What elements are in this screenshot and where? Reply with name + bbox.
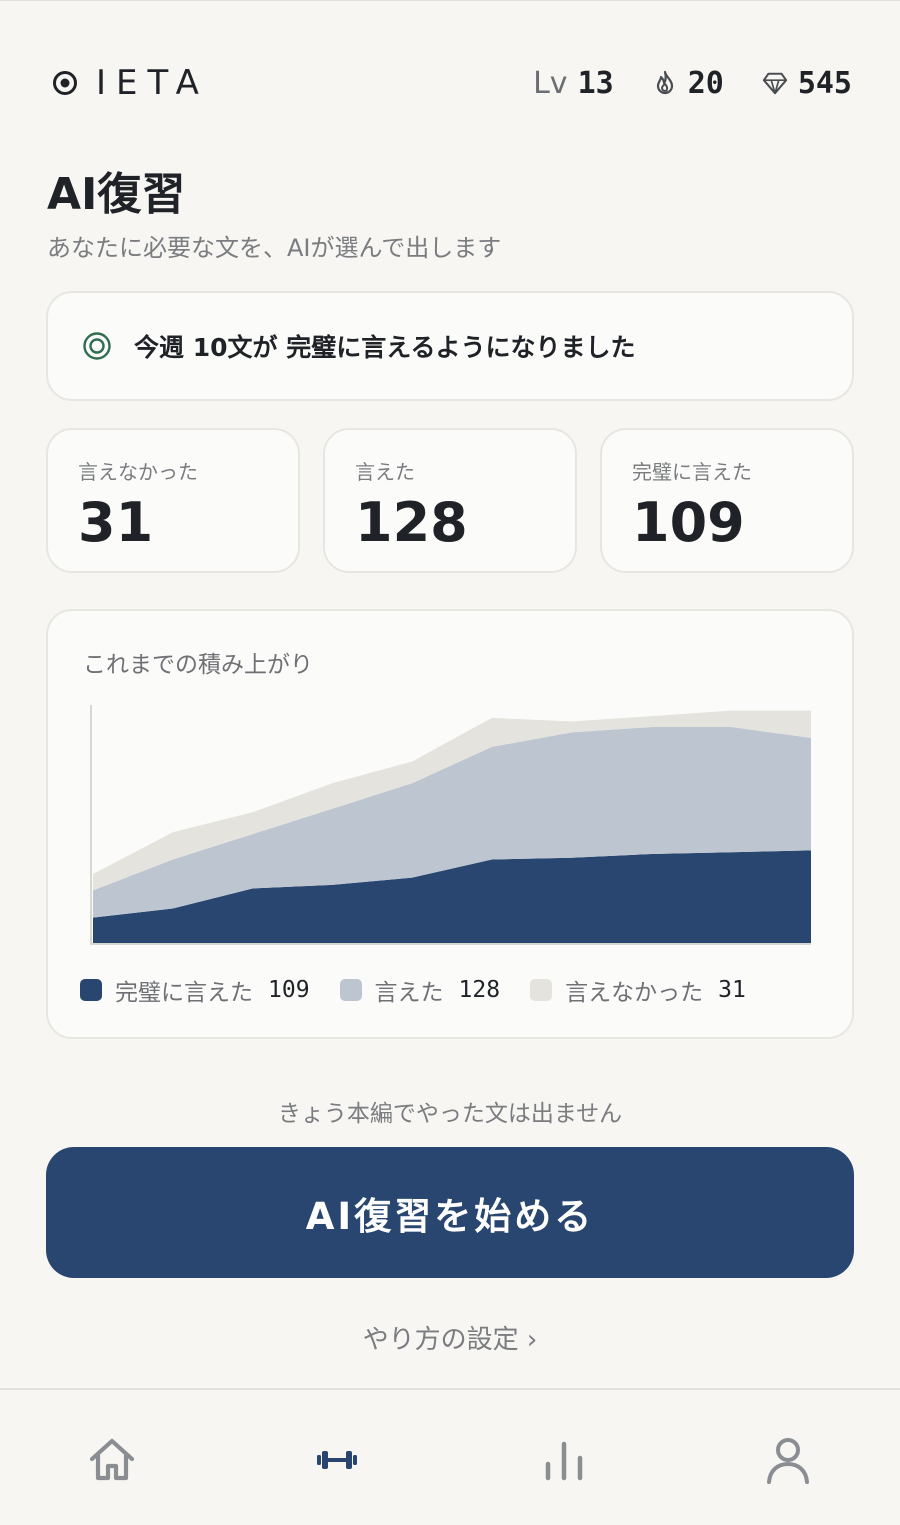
legend-label: 言えた xyxy=(374,980,444,1006)
exclusion-note: きょう本編でやった文は出ません xyxy=(277,1101,623,1127)
legend-label: 完璧に言えた xyxy=(115,980,253,1006)
count-card-missed: 言えなかった 31 xyxy=(46,428,300,573)
level-prefix: Lv xyxy=(533,65,568,101)
method-settings-link[interactable]: やり方の設定 › xyxy=(0,1319,900,1356)
count-label: 完璧に言えた xyxy=(632,460,752,484)
progress-chart-card: これまでの積み上がり 完璧に言えた 109 言えた 128 言えなかった 31 xyxy=(46,609,854,1039)
nav-profile[interactable] xyxy=(758,1430,818,1490)
dumbbell-icon xyxy=(317,1451,357,1469)
top-divider xyxy=(0,0,900,1)
start-ai-review-button[interactable]: AI復習を始める xyxy=(46,1147,854,1278)
legend-value: 109 xyxy=(268,977,310,1003)
legend-swatch xyxy=(530,979,553,1001)
home-icon xyxy=(89,1438,135,1481)
legend-item-missed: 言えなかった 31 xyxy=(530,973,746,1007)
count-value: 31 xyxy=(78,491,154,554)
weekly-achievement-banner: 今週 10文が 完璧に言えるようになりました xyxy=(46,291,854,401)
count-card-perfect: 完璧に言えた 109 xyxy=(600,428,854,573)
app-header: IETA Lv 13 20 545 xyxy=(52,58,852,108)
page-title: AI復習 xyxy=(47,169,186,220)
legend-value: 128 xyxy=(458,977,501,1003)
flame-icon xyxy=(656,70,673,95)
brand-name: IETA xyxy=(96,63,209,103)
user-icon xyxy=(767,1438,809,1484)
legend-swatch xyxy=(339,979,362,1001)
count-value: 109 xyxy=(632,491,745,554)
level-stat: Lv 13 xyxy=(533,66,614,101)
nav-stats[interactable] xyxy=(534,1430,594,1490)
legend-label: 言えなかった xyxy=(565,980,704,1006)
count-label: 言えた xyxy=(355,460,415,484)
legend-value: 31 xyxy=(718,977,746,1003)
nav-training[interactable] xyxy=(307,1430,367,1490)
gems-value: 545 xyxy=(797,65,852,101)
legend-item-perfect: 完璧に言えた 109 xyxy=(80,973,310,1007)
banner-text: 今週 10文が 完璧に言えるようになりました xyxy=(134,333,636,362)
logo-target-icon xyxy=(53,71,77,95)
target-icon xyxy=(83,332,111,360)
brand-logo[interactable]: IETA xyxy=(52,63,209,103)
streak-stat: 20 xyxy=(652,66,724,101)
diamond-icon xyxy=(762,72,787,95)
level-value: 13 xyxy=(577,65,614,101)
gems-stat: 545 xyxy=(762,66,852,101)
nav-home[interactable] xyxy=(82,1430,142,1490)
streak-value: 20 xyxy=(687,65,724,101)
bar-chart-icon xyxy=(545,1441,583,1481)
bottom-nav xyxy=(0,1388,900,1525)
legend-item-said: 言えた 128 xyxy=(339,973,501,1007)
chart-legend: 完璧に言えた 109 言えた 128 言えなかった 31 xyxy=(80,973,746,1007)
count-label: 言えなかった xyxy=(78,460,198,484)
legend-swatch xyxy=(80,979,102,1001)
count-value: 128 xyxy=(355,491,468,554)
count-card-said: 言えた 128 xyxy=(323,428,577,573)
header-stats: Lv 13 20 545 xyxy=(533,66,852,101)
page-subtitle: あなたに必要な文を、AIが選んで出します xyxy=(47,234,502,262)
